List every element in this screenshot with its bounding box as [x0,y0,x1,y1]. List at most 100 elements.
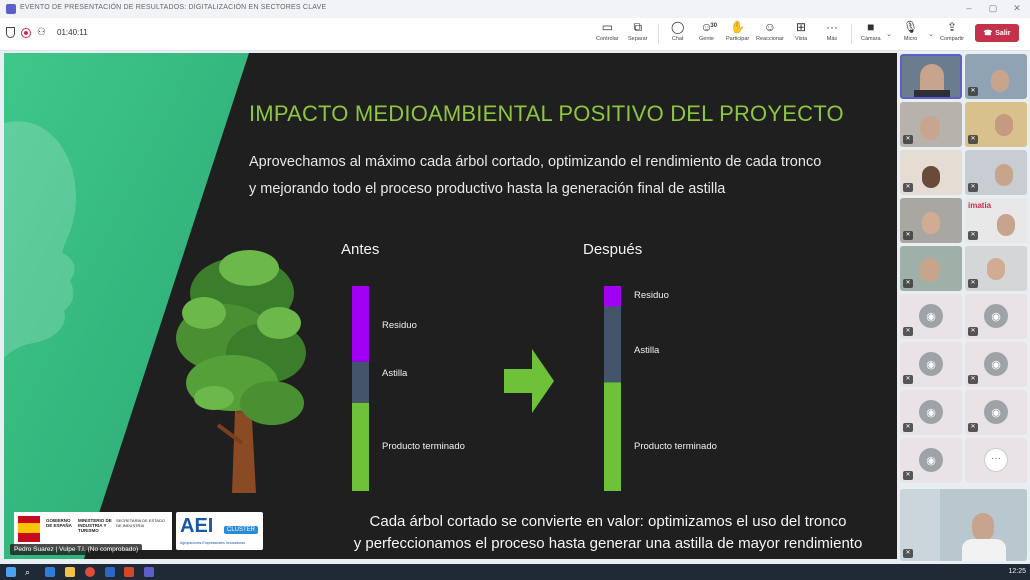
teams-app-icon [6,4,16,14]
window-title: EVENTO DE PRESENTACIÓN DE RESULTADOS: DI… [20,4,327,11]
os-taskbar: ⌕ 12:25 [0,564,1030,580]
teams-taskbar-icon[interactable] [144,567,154,577]
participant-video-tile[interactable]: ✕ [900,150,962,195]
after-bar-segment-1 [604,306,621,383]
avatar: ◉ [919,400,943,424]
share-screen-button[interactable]: ⇪ Compartir [940,20,964,48]
participant-video-tile[interactable]: imatia ✕ [965,198,1027,243]
view-button[interactable]: ⊞ Vista [795,20,807,48]
phone-hangup-icon: ☎ [983,30,993,37]
mic-muted-icon: ✕ [903,549,913,558]
slide-bottom-line1: Cada árbol cortado se convierte en valor… [369,513,847,530]
outlook-icon[interactable] [105,567,115,577]
popout-icon: ⧉ [633,20,643,34]
mic-muted-icon: ✕ [903,279,913,288]
camera-options-chevron-icon[interactable]: ⌄ [886,30,892,38]
mic-muted-icon: ✕ [903,231,913,240]
participant-video-tile[interactable]: ✕ [965,246,1027,291]
close-icon[interactable]: ✕ [1010,3,1024,14]
bar-after [604,286,621,491]
right-arrow-icon [504,349,554,413]
slide-title: IMPACTO MEDIOAMBIENTAL POSITIVO DEL PROY… [249,101,844,126]
participant-avatar-tile[interactable]: ◉ ✕ [965,294,1027,339]
more-participants-tile[interactable]: ··· [965,438,1027,483]
toolbar-divider [851,24,852,44]
maximize-icon[interactable]: ▢ [986,3,1000,14]
emoji-icon: ☺ [763,20,777,34]
slide-bottom-line2: y perfeccionamos el proceso hasta genera… [353,535,863,552]
popout-button[interactable]: ⧉ Separar [628,20,648,48]
bar-before [352,286,369,491]
person-icon: ◉ [926,358,936,371]
window-titlebar: EVENTO DE PRESENTACIÓN DE RESULTADOS: DI… [0,0,1030,19]
shield-icon [6,27,15,38]
participant-avatar-tile[interactable]: ◉ ✕ [900,438,962,483]
toolbar-divider [658,24,659,44]
windows-start-icon[interactable] [6,567,16,577]
mic-options-chevron-icon[interactable]: ⌄ [928,30,934,38]
avatar: ◉ [984,352,1008,376]
mic-muted-icon: ✕ [903,135,913,144]
participant-video-tile[interactable]: ✕ [900,198,962,243]
chat-icon: ◯ [671,20,685,34]
edge-icon[interactable] [45,567,55,577]
more-icon: ··· [826,20,838,34]
before-heading: Antes [341,241,380,258]
person-icon: ◉ [991,358,1001,371]
participant-avatar-tile[interactable]: ◉ ✕ [965,342,1027,387]
participant-video-tile[interactable]: ✕ [900,246,962,291]
after-label-producto: Producto terminado [634,441,717,452]
participant-avatar-tile[interactable]: ◉ ✕ [900,390,962,435]
gov-logo-text: GOBIERNO DE ESPAÑA [46,518,72,528]
more-participants-icon: ··· [984,448,1008,472]
chrome-icon[interactable] [85,567,95,577]
mic-muted-icon: ✕ [903,375,913,384]
cluster-logo-text: CLUSTER [224,526,259,534]
mic-muted-icon: ✕ [968,87,978,96]
after-bar-segment-0 [604,286,621,307]
self-video-tile[interactable]: ✕ [900,489,1027,561]
mic-muted-icon: ✕ [968,183,978,192]
mic-muted-icon: ✕ [968,375,978,384]
participant-video-tile[interactable]: ✕ [965,102,1027,147]
meeting-status: ⚇ 01:40:11 [6,27,88,38]
avatar: ◉ [919,352,943,376]
participant-avatar-tile[interactable]: ◉ ✕ [900,342,962,387]
participant-video-tile[interactable]: ✕ [965,54,1027,99]
mic-muted-icon: ✕ [968,231,978,240]
screen-control-icon: ▭ [601,20,613,34]
participant-video-tile[interactable] [900,54,962,99]
raise-hand-button[interactable]: ✋ Participar [726,20,749,48]
aei-logo-subtitle: Agrupaciones Empresariales Innovadoras [180,541,245,545]
person-icon: ◉ [926,310,936,323]
participant-avatar-tile[interactable]: ◉ ✕ [965,390,1027,435]
people-button[interactable]: ☺ 30 Gente [699,20,718,48]
before-label-residuo: Residuo [382,320,417,331]
mic-button[interactable]: 🎙 Micro [903,20,918,48]
before-label-astilla: Astilla [382,368,408,379]
people-icon: ☺ 30 [700,20,718,34]
avatar: ◉ [919,304,943,328]
network-icon: ⚇ [37,26,46,38]
after-label-astilla: Astilla [634,345,660,356]
search-icon[interactable]: ⌕ [25,567,35,577]
powerpoint-icon[interactable] [124,567,134,577]
participant-video-tile[interactable]: ✕ [900,102,962,147]
more-button[interactable]: ··· Más [826,20,838,48]
grid-icon: ⊞ [796,20,807,34]
file-explorer-icon[interactable] [65,567,75,577]
minimize-icon[interactable]: – [962,3,976,13]
mic-muted-icon: ✕ [968,279,978,288]
mic-muted-icon: ✕ [968,423,978,432]
before-label-producto: Producto terminado [382,441,465,452]
react-button[interactable]: ☺ Reaccionar [756,20,784,48]
participant-avatar-tile[interactable]: ◉ ✕ [900,294,962,339]
shared-slide: IMPACTO MEDIOAMBIENTAL POSITIVO DEL PROY… [4,53,897,559]
control-button[interactable]: ▭ Controlar [596,20,619,48]
camera-button[interactable]: ■ Cámara [861,20,881,48]
participant-video-tile[interactable]: ✕ [965,150,1027,195]
leave-button[interactable]: ☎ Salir [975,24,1019,42]
person-icon: ◉ [926,454,936,467]
after-label-residuo: Residuo [634,290,669,301]
chat-button[interactable]: ◯ Chat [671,20,684,48]
